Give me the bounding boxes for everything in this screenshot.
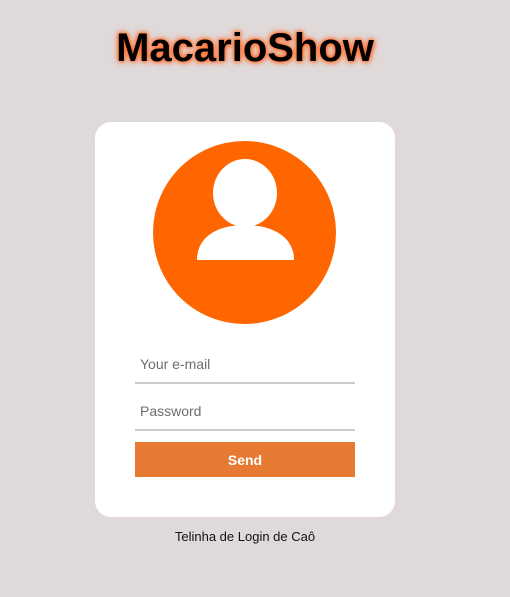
page-title: MacarioShow — [116, 26, 374, 70]
user-avatar-icon — [153, 141, 336, 324]
login-card: Send — [95, 122, 395, 517]
footer-caption: Telinha de Login de Caô — [174, 529, 316, 544]
password-field[interactable] — [135, 393, 355, 431]
send-button[interactable]: Send — [135, 442, 355, 477]
email-field[interactable] — [135, 346, 355, 384]
